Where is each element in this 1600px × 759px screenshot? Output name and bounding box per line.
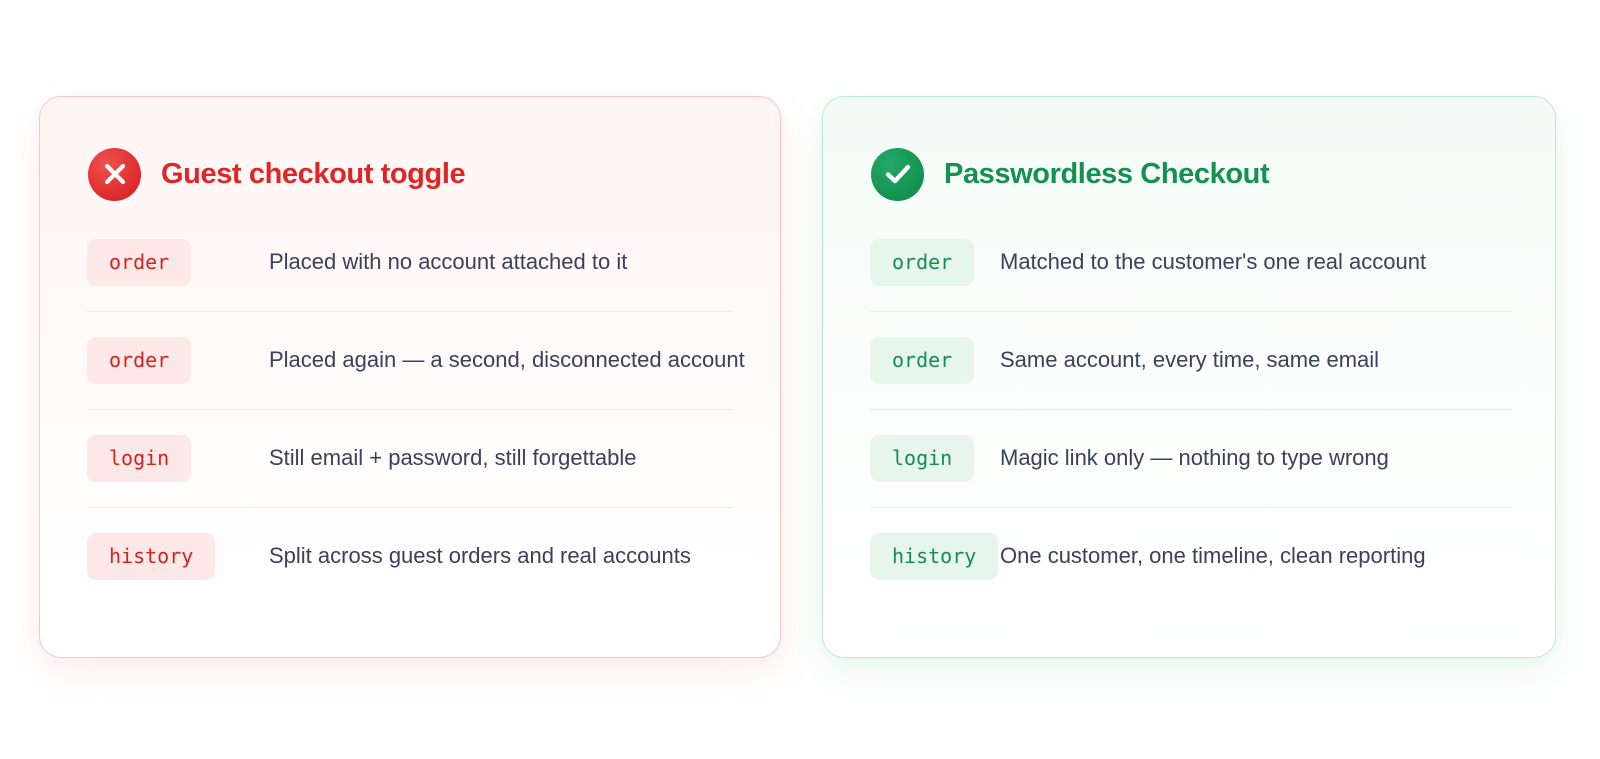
card-header: Passwordless Checkout: [871, 147, 1270, 201]
tag-badge: order: [870, 336, 975, 384]
tag-badge: history: [87, 532, 216, 580]
tag-badge: order: [87, 238, 192, 286]
tag-badge: login: [870, 434, 975, 482]
tag-badge: order: [870, 238, 975, 286]
check-circle-icon: [871, 147, 924, 201]
list-item: order Placed again — a second, disconnec…: [87, 336, 745, 434]
list-item: order Matched to the customer's one real…: [870, 238, 1512, 336]
list-item: order Placed with no account attached to…: [87, 238, 733, 336]
card-header: Guest checkout toggle: [88, 147, 466, 201]
row-description: Magic link only — nothing to type wrong: [1000, 445, 1389, 470]
row-description: Placed with no account attached to it: [269, 249, 628, 274]
list-item: login Magic link only — nothing to type …: [870, 434, 1512, 532]
list-item: order Same account, every time, same ema…: [870, 336, 1512, 434]
card-title: Guest checkout toggle: [161, 157, 466, 190]
guest-checkout-card: Guest checkout toggle order Placed with …: [39, 96, 781, 658]
divider: [87, 409, 733, 410]
list-item: login Still email + password, still forg…: [87, 434, 733, 532]
divider: [870, 409, 1512, 410]
list-item: history Split across guest orders and re…: [87, 532, 733, 630]
tag-badge: order: [87, 336, 192, 384]
divider: [87, 311, 733, 312]
divider: [870, 507, 1512, 508]
card-title: Passwordless Checkout: [944, 157, 1270, 190]
tag-badge: history: [870, 532, 999, 580]
list-item: history One customer, one timeline, clea…: [870, 532, 1512, 630]
divider: [870, 311, 1512, 312]
row-description: One customer, one timeline, clean report…: [1000, 543, 1426, 568]
row-description: Still email + password, still forgettabl…: [269, 445, 637, 470]
row-description: Matched to the customer's one real accou…: [1000, 249, 1427, 274]
tag-badge: login: [87, 434, 192, 482]
comparison-list: order Matched to the customer's one real…: [870, 238, 1512, 630]
row-description: Split across guest orders and real accou…: [269, 543, 691, 568]
row-description: Placed again — a second, disconnected ac…: [269, 347, 745, 372]
passwordless-checkout-card: Passwordless Checkout order Matched to t…: [822, 96, 1556, 658]
x-circle-icon: [88, 147, 141, 201]
comparison-list: order Placed with no account attached to…: [87, 238, 745, 630]
row-description: Same account, every time, same email: [1000, 347, 1380, 372]
divider: [87, 507, 733, 508]
